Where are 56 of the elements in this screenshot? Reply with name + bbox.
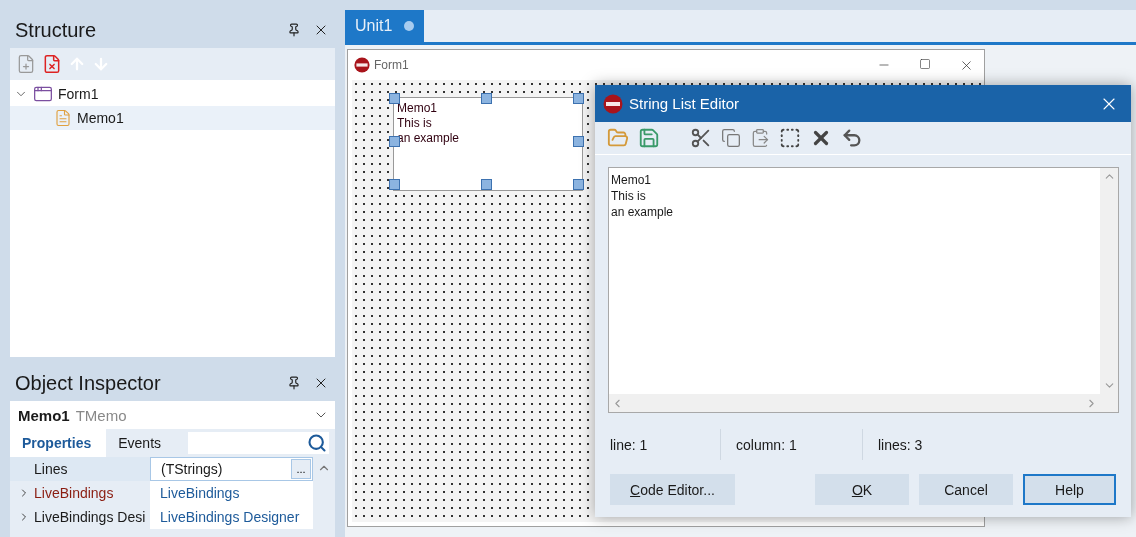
inspector-tab[interactable]: Properties xyxy=(10,429,107,457)
resize-handle[interactable] xyxy=(481,93,492,104)
dialog-title: String List Editor xyxy=(629,95,740,112)
logo-icon xyxy=(603,93,623,114)
memo-icon xyxy=(54,109,72,127)
ellipsis-button[interactable]: ... xyxy=(291,459,311,479)
text-editor-field[interactable]: Memo1 This is an example xyxy=(608,167,1119,413)
panel-title: Structure xyxy=(15,18,97,42)
maximize-icon[interactable] xyxy=(919,57,931,70)
dialog-button[interactable]: Help xyxy=(1023,474,1116,505)
editor-line: This is xyxy=(611,188,647,204)
status-text: line: 1 xyxy=(595,429,721,460)
search-field[interactable] xyxy=(188,432,329,454)
save-icon[interactable] xyxy=(638,127,660,149)
resize-handle[interactable] xyxy=(573,136,584,147)
tree-item[interactable]: Form1 xyxy=(10,82,335,106)
status-text: column: 1 xyxy=(721,429,863,460)
window-icon xyxy=(33,84,53,104)
copy-icon[interactable] xyxy=(721,128,741,148)
new-item-icon[interactable] xyxy=(16,54,36,74)
search-icon[interactable] xyxy=(307,433,327,453)
editor-line: Memo1 xyxy=(611,172,652,188)
property-value[interactable]: LiveBindings xyxy=(150,481,313,505)
pin-icon[interactable] xyxy=(287,376,301,390)
delete-item-icon[interactable] xyxy=(42,54,62,74)
editor-tab[interactable]: Unit1 xyxy=(345,10,425,42)
property-name[interactable]: LiveBindings xyxy=(10,481,150,505)
property-name[interactable]: Lines xyxy=(10,457,150,481)
editor-line: an example xyxy=(611,204,675,220)
logo-icon xyxy=(354,57,370,73)
property-name[interactable]: LiveBindings Desi xyxy=(10,505,150,529)
form-title: Form1 xyxy=(374,58,409,72)
inspector-tab[interactable]: Events xyxy=(106,429,177,457)
dialog-button[interactable]: Cancel xyxy=(919,474,1013,505)
select-all-icon[interactable] xyxy=(779,127,801,149)
property-value[interactable]: LiveBindings Designer xyxy=(150,505,313,529)
resize-handle[interactable] xyxy=(389,93,400,104)
resize-handle[interactable] xyxy=(481,179,492,190)
resize-handle[interactable] xyxy=(573,93,584,104)
cut-icon[interactable] xyxy=(690,127,712,149)
property-value[interactable]: (TStrings) ... xyxy=(150,457,313,481)
dialog-button[interactable]: Code Editor... xyxy=(610,474,735,505)
folder-icon[interactable] xyxy=(607,127,629,149)
resize-handle[interactable] xyxy=(389,136,400,147)
status-text: lines: 3 xyxy=(877,435,924,455)
object-selector[interactable]: Memo1 TMemo xyxy=(10,401,335,429)
resize-handle[interactable] xyxy=(573,179,584,190)
memo-line: This is xyxy=(397,116,433,131)
tree-item[interactable]: Memo1 xyxy=(10,106,335,130)
memo-line: Memo1 xyxy=(397,101,438,116)
panel-title: Object Inspector xyxy=(15,371,161,395)
resize-handle[interactable] xyxy=(389,179,400,190)
pin-icon[interactable] xyxy=(287,23,301,37)
undo-icon[interactable] xyxy=(841,127,863,149)
dialog-button[interactable]: OK xyxy=(815,474,909,505)
paste-icon[interactable] xyxy=(750,128,770,148)
